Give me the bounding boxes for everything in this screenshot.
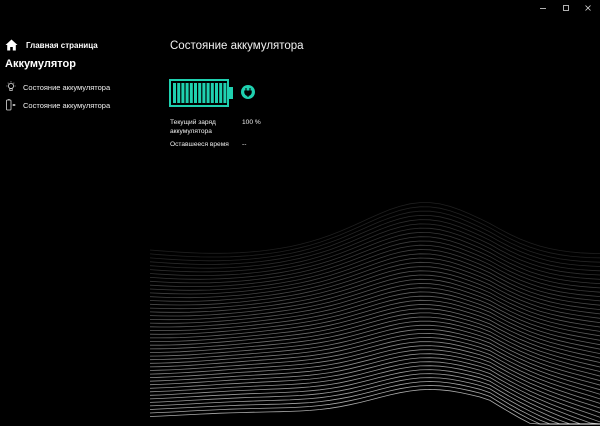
wave-line: [149, 329, 600, 386]
battery-cell: [198, 83, 202, 103]
battery-cell: [202, 83, 206, 103]
wave-line: [149, 381, 600, 425]
wave-line: [149, 231, 600, 284]
wave-line: [149, 357, 600, 418]
battery-cell: [210, 83, 214, 103]
wave-line: [149, 361, 600, 423]
remaining-time-value: --: [242, 141, 247, 148]
wave-line: [149, 341, 600, 400]
charge-label: Текущий заряд аккумулятора: [170, 119, 216, 135]
sidebar-item-label: Состояние аккумулятора: [23, 82, 111, 92]
home-icon: [5, 39, 18, 51]
wave-line: [149, 373, 600, 425]
battery-cell: [206, 83, 210, 103]
wave-line: [149, 206, 600, 259]
lightbulb-icon: [6, 81, 16, 91]
wave-line: [149, 369, 600, 425]
wave-line: [150, 304, 600, 359]
close-icon: [585, 5, 591, 11]
battery-indicator: [169, 79, 235, 112]
wave-line: [149, 345, 600, 404]
wave-line: [149, 236, 600, 289]
wave-line: [149, 210, 600, 263]
wave-line: [149, 353, 600, 414]
wave-line: [149, 240, 600, 293]
wave-line: [149, 312, 600, 368]
wave-line: [149, 253, 600, 306]
charge-value: 100 %: [242, 119, 261, 126]
wave-line: [149, 214, 600, 267]
app-window: Главная страница Аккумулятор Состояние а…: [0, 0, 600, 426]
wave-line: [149, 227, 600, 280]
wave-line: [150, 299, 600, 354]
battery-cell: [215, 83, 218, 103]
wave-background: [149, 202, 600, 425]
wave-line: [149, 287, 600, 341]
wave-line: [149, 202, 600, 254]
battery-cell: [194, 83, 197, 103]
wave-line: [149, 261, 600, 315]
wave-line: [149, 291, 600, 346]
section-title: Аккумулятор: [5, 58, 76, 70]
battery-icon: [169, 79, 233, 107]
remaining-time-label: Оставшееся время: [170, 141, 229, 148]
close-button[interactable]: [576, 0, 600, 16]
wave-line: [149, 219, 600, 272]
battery-cell: [185, 83, 189, 103]
minimize-button[interactable]: [531, 0, 555, 16]
wave-line: [149, 332, 600, 391]
wave-line: [149, 377, 600, 425]
minimize-icon: [540, 8, 546, 9]
wave-line: [149, 249, 600, 302]
wave-line: [150, 308, 600, 363]
wave-line: [149, 324, 600, 381]
wave-line: [149, 270, 600, 323]
page-title: Состояние аккумулятора: [170, 40, 304, 52]
battery-plug-icon: [6, 99, 16, 111]
wave-line: [149, 266, 600, 319]
sidebar-item-label: Состояние аккумулятора: [23, 100, 111, 110]
wave-line: [149, 320, 600, 377]
battery-cell: [173, 83, 176, 103]
battery-cell: [177, 83, 181, 103]
wave-line: [149, 257, 600, 310]
battery-cell: [223, 83, 227, 103]
wave-line: [149, 283, 600, 337]
wave-line: [149, 295, 600, 350]
wave-line: [149, 278, 600, 332]
maximize-icon: [563, 5, 569, 11]
battery-cell: [189, 83, 193, 103]
sidebar-item-battery-status[interactable]: Состояние аккумулятора: [5, 80, 110, 94]
wave-line: [149, 388, 600, 425]
battery-cell: [219, 83, 223, 103]
maximize-button[interactable]: [554, 0, 578, 16]
wave-line: [149, 385, 600, 425]
wave-line: [149, 223, 600, 276]
wave-line: [149, 337, 600, 395]
home-label: Главная страница: [26, 40, 98, 50]
battery-cell: [181, 83, 185, 103]
wave-line: [149, 316, 600, 372]
wave-line: [149, 244, 600, 297]
charging-plug-icon: [241, 85, 255, 99]
sidebar-item-battery-status-2[interactable]: Состояние аккумулятора: [5, 98, 110, 112]
wave-line: [149, 274, 600, 328]
wave-line: [149, 365, 600, 425]
wave-line: [149, 349, 600, 409]
home-link[interactable]: Главная страница: [5, 38, 98, 52]
